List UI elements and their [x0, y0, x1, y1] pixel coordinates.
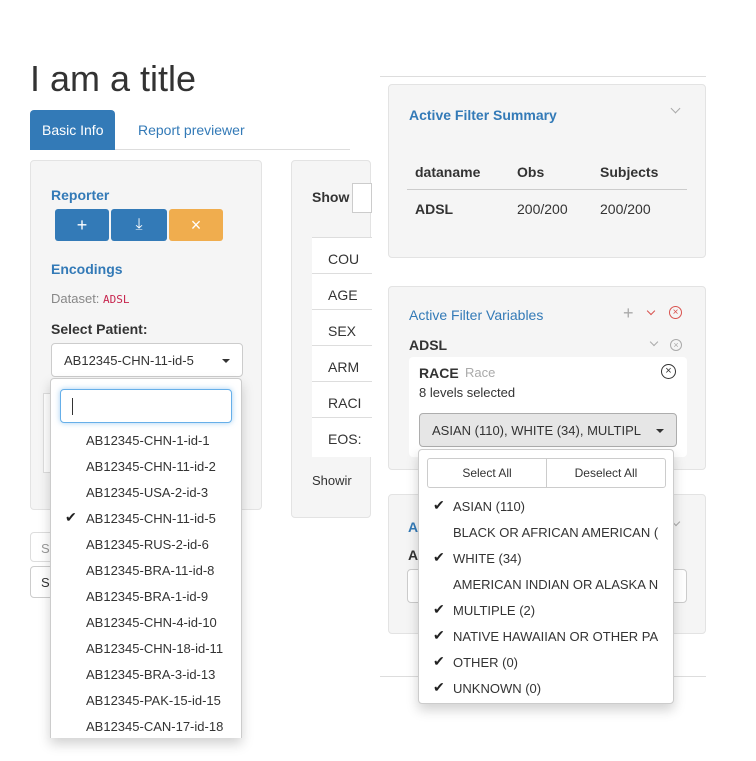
- deselect-all-button[interactable]: Deselect All: [546, 458, 666, 488]
- table-row: EOS:: [328, 431, 362, 447]
- chevron-down-icon[interactable]: [646, 306, 656, 316]
- table-row: RACI: [328, 395, 362, 411]
- checkmark-icon: ✔: [433, 679, 445, 695]
- patient-option[interactable]: AB12345-CHN-18-id-11: [86, 641, 223, 656]
- checkmark-icon: ✔: [433, 653, 445, 669]
- summary-col-subjects: Subjects: [600, 164, 659, 180]
- select-all-button[interactable]: Select All: [427, 458, 547, 488]
- patient-dropdown: AB12345-CHN-1-id-1 AB12345-CHN-11-id-2 A…: [50, 378, 242, 738]
- bg-input-1-text: S: [41, 541, 50, 556]
- remove-dataset-icon[interactable]: ×: [670, 339, 682, 351]
- patient-option[interactable]: AB12345-PAK-15-id-15: [86, 693, 221, 708]
- patient-option[interactable]: AB12345-CHN-1-id-1: [86, 433, 210, 448]
- race-option[interactable]: NATIVE HAWAIIAN OR OTHER PA: [453, 629, 658, 644]
- sidebar-divider-top: [380, 76, 706, 77]
- summary-col-dataname: dataname: [415, 164, 481, 180]
- checkmark-icon: ✔: [433, 549, 445, 565]
- add-card-button[interactable]: +: [55, 209, 109, 241]
- filter-dataset-name: ADSL: [409, 337, 448, 353]
- data-table-panel: Show COU AGE SEX ARM RACI EOS: Showir: [291, 160, 372, 518]
- tab-report-previewer[interactable]: Report previewer: [126, 110, 257, 150]
- dataset-label: Dataset:: [51, 291, 100, 306]
- checkmark-icon: ✔: [433, 627, 445, 643]
- reporter-heading: Reporter: [51, 187, 110, 203]
- dataset-info: Dataset: ADSL: [51, 291, 130, 306]
- race-option[interactable]: UNKNOWN (0): [453, 681, 541, 696]
- chevron-down-icon[interactable]: [670, 103, 681, 114]
- race-option[interactable]: ASIAN (110): [453, 499, 525, 514]
- race-option[interactable]: BLACK OR AFRICAN AMERICAN (: [453, 525, 658, 540]
- summary-row-dataname: ADSL: [415, 201, 454, 217]
- remove-filter-icon[interactable]: ×: [661, 364, 676, 379]
- checkmark-icon: ✔: [65, 509, 77, 525]
- patient-option[interactable]: AB12345-BRA-11-id-8: [86, 563, 214, 578]
- patient-select-value: AB12345-CHN-11-id-5: [64, 353, 194, 368]
- patient-option[interactable]: AB12345-USA-2-id-3: [86, 485, 208, 500]
- filter-summary-panel: Active Filter Summary dataname Obs Subje…: [388, 84, 706, 258]
- patient-option[interactable]: AB12345-RUS-2-id-6: [86, 537, 209, 552]
- patient-option-selected[interactable]: AB12345-CHN-11-id-5: [86, 511, 216, 526]
- filter-variables-title[interactable]: Active Filter Variables: [409, 307, 543, 323]
- patient-search-input[interactable]: [60, 389, 232, 423]
- text-cursor: [72, 398, 73, 415]
- download-report-button[interactable]: ⤓: [111, 209, 167, 241]
- select-patient-label: Select Patient:: [51, 321, 148, 337]
- filter-var-name: RACE: [419, 365, 459, 381]
- patient-option[interactable]: AB12345-CHN-11-id-2: [86, 459, 216, 474]
- summary-row-subjects: 200/200: [600, 201, 651, 217]
- checkmark-icon: ✔: [433, 497, 445, 513]
- levels-selected-text: 8 levels selected: [419, 385, 516, 400]
- page-title: I am a title: [30, 58, 197, 99]
- race-option[interactable]: AMERICAN INDIAN OR ALASKA N: [453, 577, 658, 592]
- race-dropdown: Select All Deselect All ✔ ASIAN (110) BL…: [418, 449, 674, 704]
- table-row: ARM: [328, 359, 360, 375]
- patient-option[interactable]: AB12345-CAN-17-id-18: [86, 719, 223, 734]
- filter-variables-panel: Active Filter Variables + × ADSL × RACE …: [388, 286, 706, 470]
- race-option[interactable]: WHITE (34): [453, 551, 522, 566]
- summary-col-obs: Obs: [517, 164, 545, 180]
- dataset-value: ADSL: [103, 293, 130, 306]
- bg-panel-title: A: [408, 519, 419, 535]
- bg-panel-label: A: [408, 547, 419, 563]
- patient-option[interactable]: AB12345-BRA-3-id-13: [86, 667, 215, 682]
- checkmark-icon: ✔: [433, 601, 445, 617]
- filter-var-label: Race: [465, 365, 496, 380]
- race-option[interactable]: MULTIPLE (2): [453, 603, 535, 618]
- chevron-down-icon: [656, 429, 664, 433]
- patient-select[interactable]: AB12345-CHN-11-id-5: [51, 343, 243, 377]
- chevron-down-icon: [222, 359, 230, 363]
- clear-report-button[interactable]: ×: [169, 209, 223, 241]
- tab-basic-info[interactable]: Basic Info: [30, 110, 116, 150]
- table-row: COU: [328, 251, 360, 267]
- race-select-value: ASIAN (110), WHITE (34), MULTIPL: [432, 423, 642, 438]
- table-row: SEX: [328, 323, 357, 339]
- patient-option[interactable]: AB12345-BRA-1-id-9: [86, 589, 208, 604]
- table-info: Showir: [312, 473, 352, 488]
- race-option[interactable]: OTHER (0): [453, 655, 518, 670]
- data-table: COU AGE SEX ARM RACI EOS:: [312, 237, 372, 457]
- plus-icon[interactable]: +: [623, 303, 634, 324]
- tab-bar: Basic Info Report previewer: [30, 110, 350, 150]
- filter-summary-title[interactable]: Active Filter Summary: [409, 107, 557, 123]
- show-entries-label: Show: [312, 189, 350, 205]
- table-row: AGE: [328, 287, 358, 303]
- show-entries-select[interactable]: [352, 183, 372, 213]
- chevron-down-icon[interactable]: [649, 337, 659, 347]
- patient-option[interactable]: AB12345-CHN-4-id-10: [86, 615, 217, 630]
- race-select[interactable]: ASIAN (110), WHITE (34), MULTIPL: [419, 413, 677, 447]
- remove-all-icon[interactable]: ×: [669, 306, 682, 319]
- summary-row-obs: 200/200: [517, 201, 568, 217]
- bg-input-2-text: S: [41, 575, 50, 590]
- encodings-heading: Encodings: [51, 261, 123, 277]
